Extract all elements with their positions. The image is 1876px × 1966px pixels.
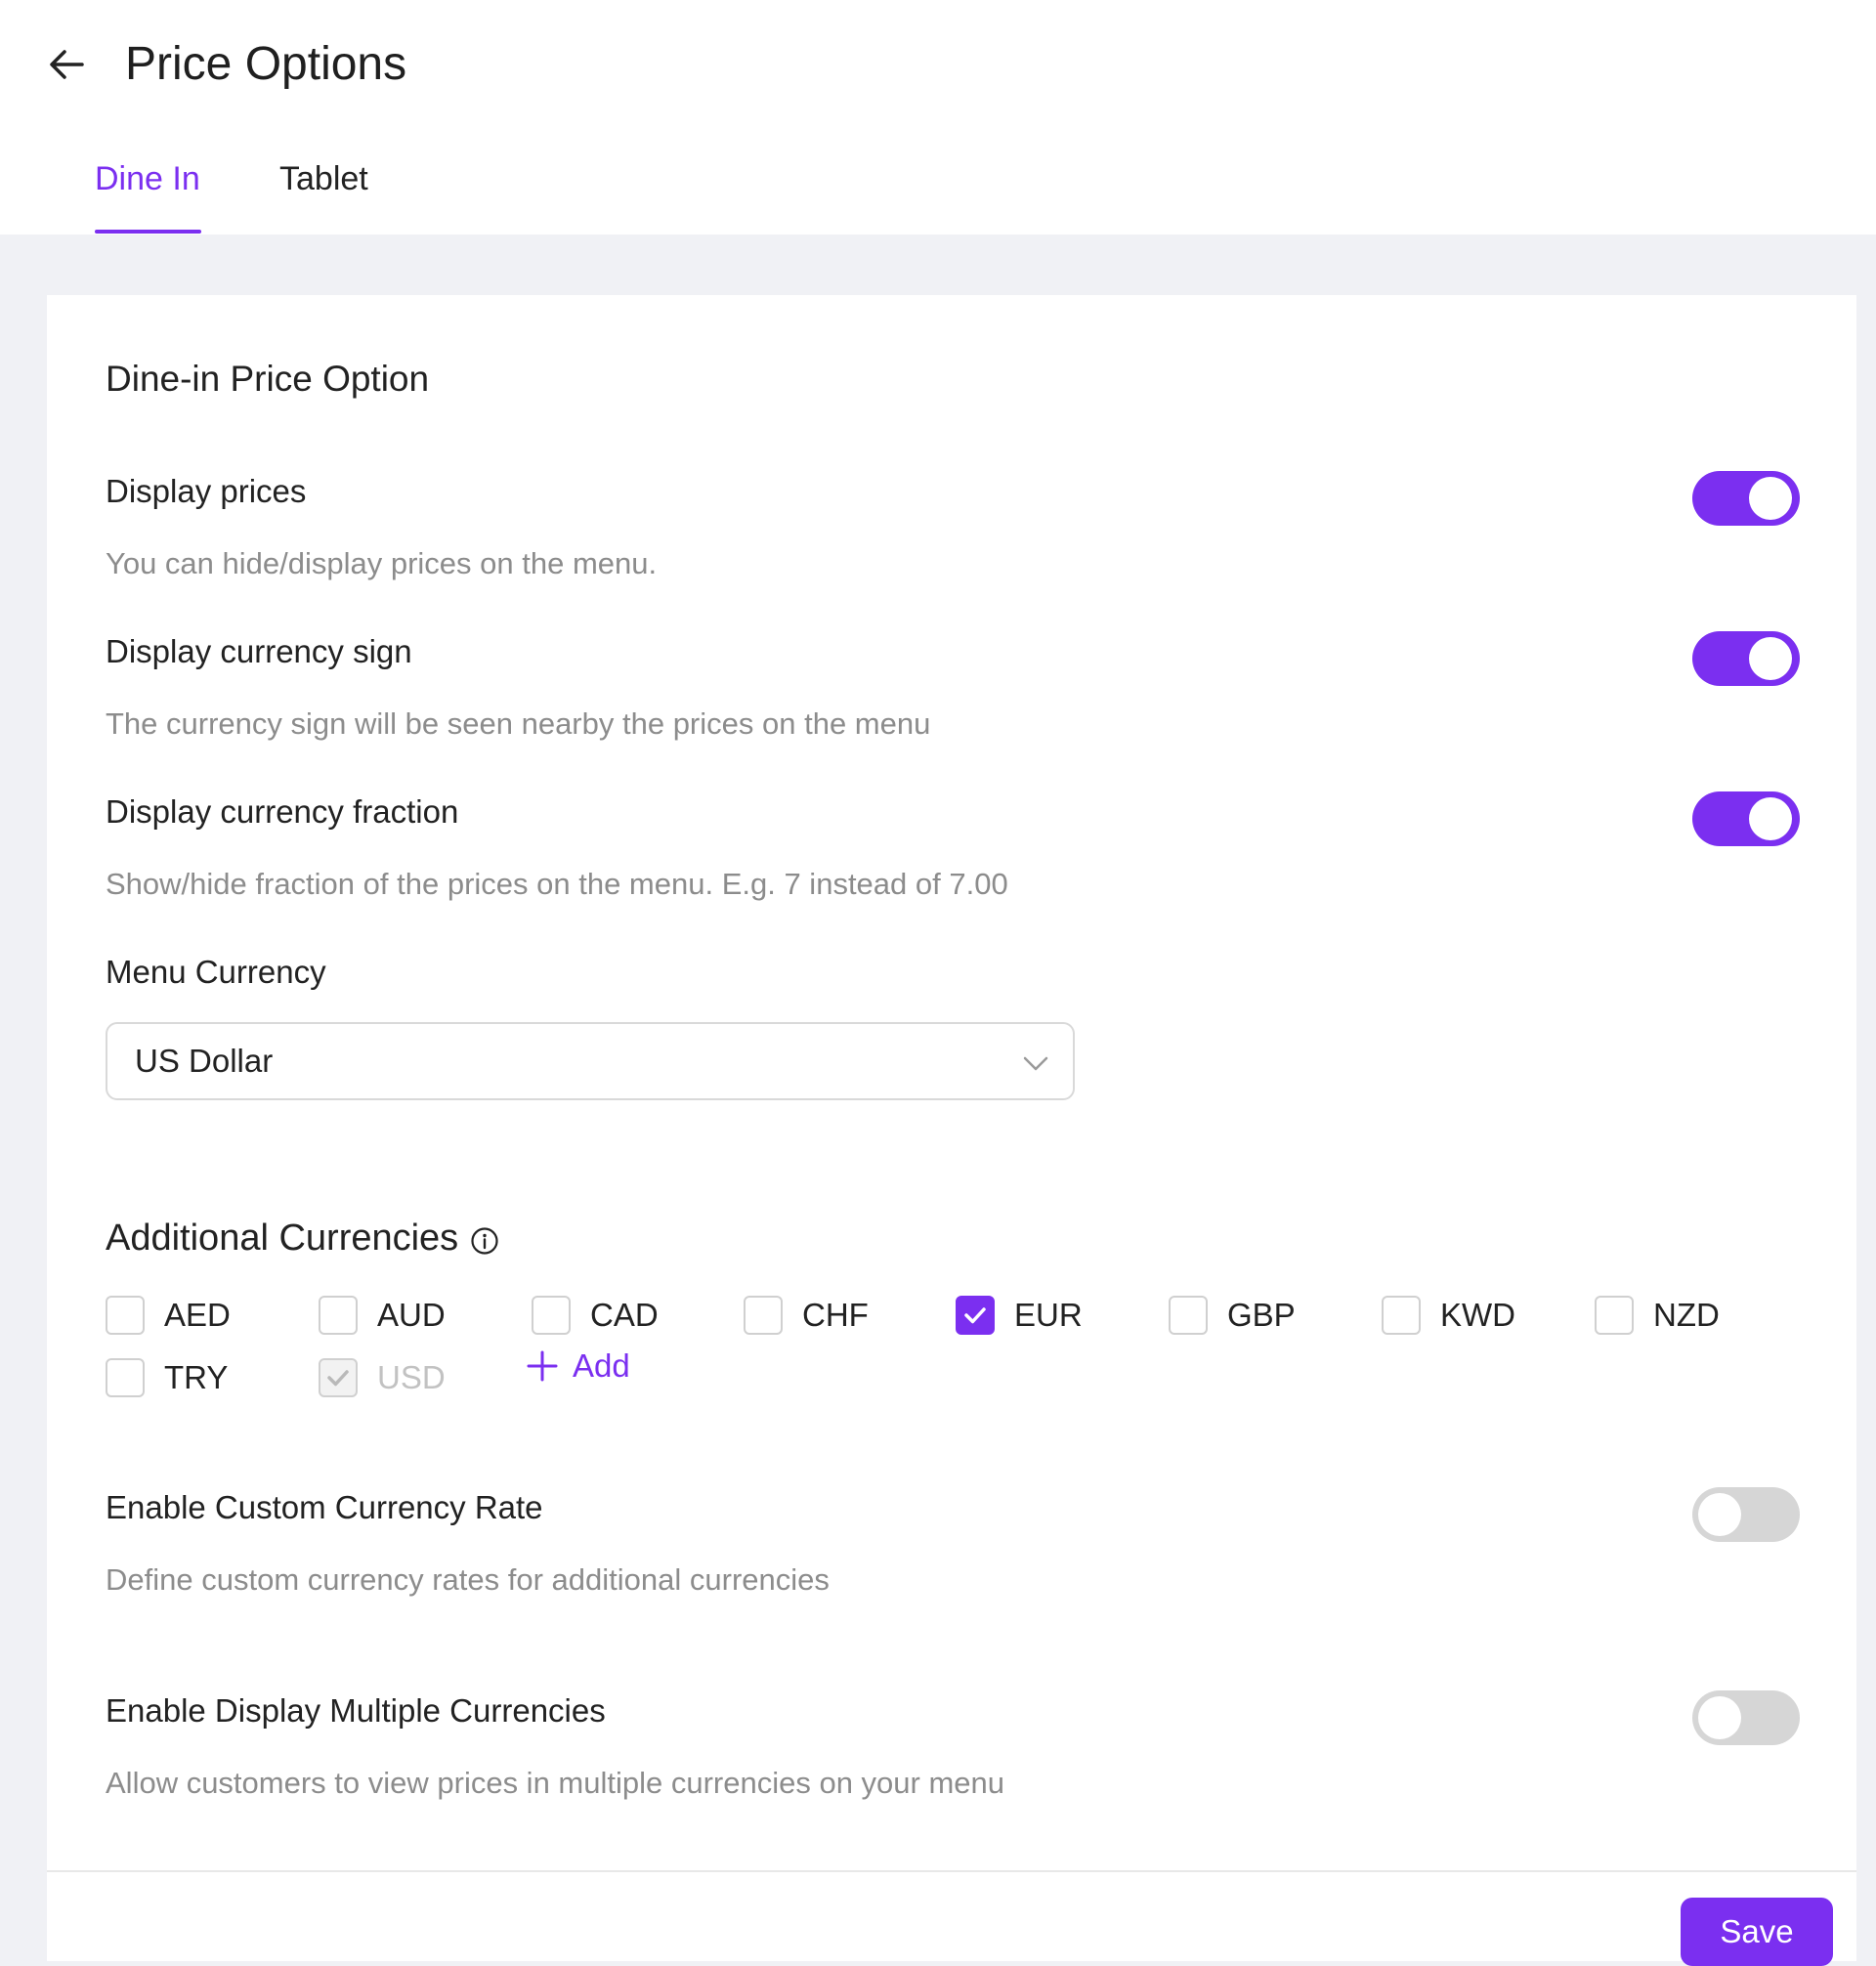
checkmark-icon <box>327 1370 349 1387</box>
custom-currency-rate-desc: Define custom currency rates for additio… <box>106 1562 830 1597</box>
checkbox-box <box>744 1296 783 1335</box>
checkbox-box <box>1595 1296 1634 1335</box>
checkbox-box <box>319 1296 358 1335</box>
toggle-knob <box>1698 1493 1741 1536</box>
additional-currencies-title: Additional Currencies <box>106 1214 499 1262</box>
currency-code: AED <box>164 1297 231 1333</box>
currency-checkbox-try[interactable]: TRY <box>106 1356 228 1399</box>
toggle-knob <box>1749 637 1792 680</box>
currency-code: TRY <box>164 1359 229 1395</box>
back-button[interactable] <box>43 37 90 92</box>
currency-code: NZD <box>1653 1297 1720 1333</box>
checkbox-box <box>956 1296 995 1335</box>
display-currency-sign-label: Display currency sign <box>106 633 412 669</box>
add-currency-button[interactable]: Add <box>526 1345 630 1388</box>
add-currency-label: Add <box>573 1347 630 1384</box>
checkmark-icon <box>964 1307 986 1324</box>
currency-code: AUD <box>377 1297 446 1333</box>
active-tab-indicator <box>95 230 201 234</box>
display-currency-fraction-label: Display currency fraction <box>106 793 459 830</box>
display-currency-fraction-desc: Show/hide fraction of the prices on the … <box>106 867 1008 901</box>
custom-currency-rate-label: Enable Custom Currency Rate <box>106 1489 543 1525</box>
page-title: Price Options <box>125 38 407 90</box>
footer-divider <box>47 1870 1856 1872</box>
plus-icon <box>527 1350 558 1382</box>
custom-currency-rate-toggle[interactable] <box>1692 1487 1800 1542</box>
display-prices-toggle[interactable] <box>1692 471 1800 526</box>
currency-checkbox-aed[interactable]: AED <box>106 1294 231 1337</box>
toggle-knob <box>1749 797 1792 840</box>
tab-tablet[interactable]: Tablet <box>279 154 368 203</box>
currency-code: GBP <box>1227 1297 1296 1333</box>
additional-currencies-label: Additional Currencies <box>106 1218 459 1259</box>
multiple-currencies-desc: Allow customers to view prices in multip… <box>106 1766 1005 1800</box>
checkbox-box <box>1169 1296 1208 1335</box>
checkbox-box <box>1382 1296 1421 1335</box>
chevron-down-icon <box>1023 1056 1048 1071</box>
display-prices-label: Display prices <box>106 473 307 509</box>
checkbox-box <box>106 1358 145 1397</box>
info-icon[interactable] <box>470 1226 499 1256</box>
toggle-knob <box>1749 477 1792 520</box>
checkbox-box <box>319 1358 358 1397</box>
currency-code: KWD <box>1440 1297 1515 1333</box>
currency-checkbox-usd: USD <box>319 1356 446 1399</box>
menu-currency-value: US Dollar <box>135 1043 274 1079</box>
currency-checkbox-gbp[interactable]: GBP <box>1169 1294 1296 1337</box>
currency-checkbox-nzd[interactable]: NZD <box>1595 1294 1720 1337</box>
currency-code: CAD <box>590 1297 659 1333</box>
currency-checkbox-chf[interactable]: CHF <box>744 1294 869 1337</box>
currency-code: CHF <box>802 1297 869 1333</box>
save-button[interactable]: Save <box>1681 1898 1833 1966</box>
menu-currency-select[interactable]: US Dollar <box>106 1022 1075 1100</box>
currency-checkbox-cad[interactable]: CAD <box>532 1294 659 1337</box>
page-header: Price Options Dine In Tablet <box>0 0 1876 235</box>
currency-code: USD <box>377 1359 446 1395</box>
menu-currency-label: Menu Currency <box>106 954 326 990</box>
currency-code: EUR <box>1014 1297 1083 1333</box>
price-options-card: Dine-in Price Option Display prices You … <box>47 295 1856 1966</box>
display-currency-sign-desc: The currency sign will be seen nearby th… <box>106 706 931 741</box>
checkbox-box <box>106 1296 145 1335</box>
multiple-currencies-toggle[interactable] <box>1692 1690 1800 1745</box>
display-currency-sign-toggle[interactable] <box>1692 631 1800 686</box>
display-prices-desc: You can hide/display prices on the menu. <box>106 546 658 580</box>
tab-dine-in[interactable]: Dine In <box>95 154 200 203</box>
currency-checkbox-eur[interactable]: EUR <box>956 1294 1083 1337</box>
currency-checkbox-aud[interactable]: AUD <box>319 1294 446 1337</box>
arrow-left-icon <box>50 50 84 79</box>
checkbox-box <box>532 1296 571 1335</box>
section-title: Dine-in Price Option <box>106 359 430 399</box>
currency-checkbox-kwd[interactable]: KWD <box>1382 1294 1515 1337</box>
display-currency-fraction-toggle[interactable] <box>1692 791 1800 846</box>
toggle-knob <box>1698 1696 1741 1739</box>
multiple-currencies-label: Enable Display Multiple Currencies <box>106 1692 606 1729</box>
